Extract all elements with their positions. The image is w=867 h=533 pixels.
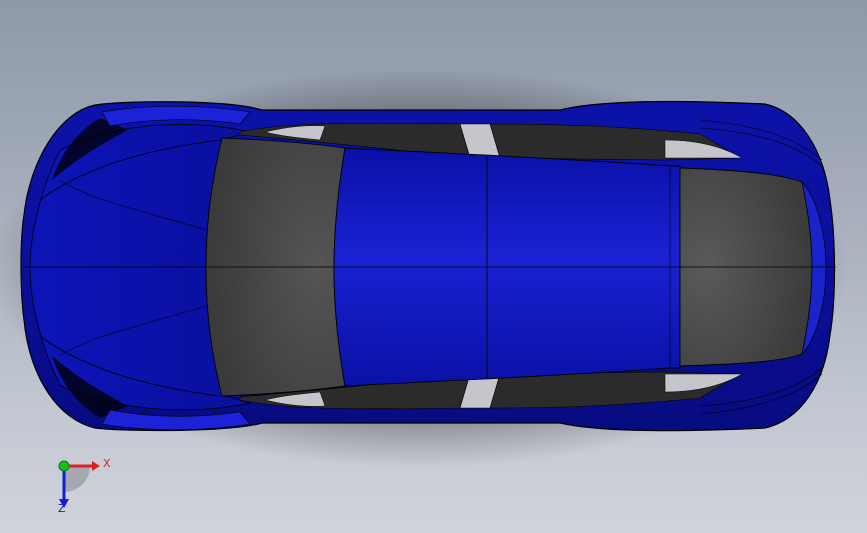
x-axis-arrowhead [92,461,100,471]
graphics-viewport[interactable]: X Z [0,0,867,533]
y-axis-dot [58,460,70,472]
car-model-top-view[interactable] [0,0,867,533]
triad-x-label: X [103,457,111,470]
triad-z-label: Z [58,502,66,515]
triad-shadow [64,466,90,492]
